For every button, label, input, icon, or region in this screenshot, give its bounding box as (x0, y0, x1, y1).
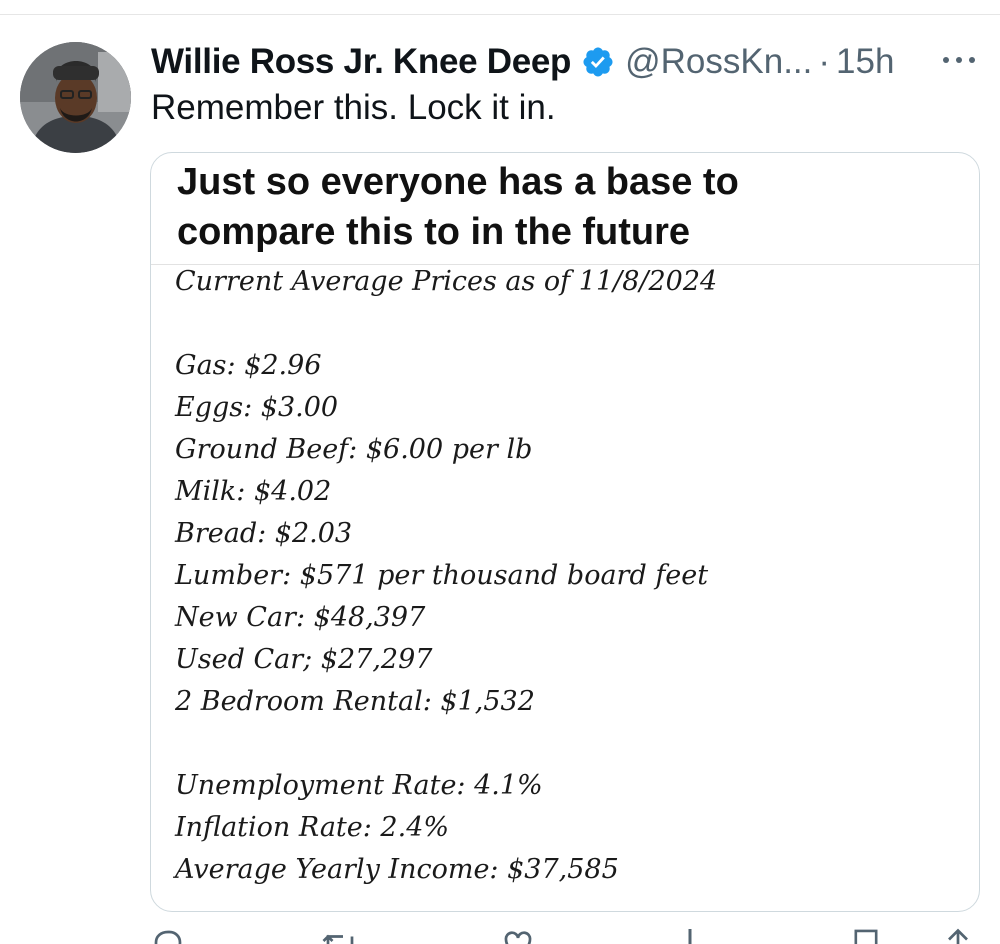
tweet-header: Willie Ross Jr. Knee Deep @RossKn... · 1… (151, 38, 911, 86)
avatar-photo (20, 42, 131, 153)
display-name[interactable]: Willie Ross Jr. Knee Deep (151, 42, 571, 82)
share-icon (948, 928, 968, 944)
retweet-button[interactable] (320, 926, 360, 944)
top-divider (0, 14, 1000, 15)
user-avatar[interactable] (20, 42, 131, 153)
card-title-line-1: Just so everyone has a base to (177, 161, 739, 203)
price-item: Milk: $4.02 (175, 476, 332, 507)
price-item: Lumber: $571 per thousand board feet (175, 560, 709, 591)
user-handle[interactable]: @RossKn... (625, 42, 812, 82)
price-item: Eggs: $3.00 (175, 392, 339, 423)
share-button[interactable] (940, 926, 976, 944)
price-item: Ground Beef: $6.00 per lb (175, 434, 533, 465)
price-item: Gas: $2.96 (175, 350, 322, 381)
rate-item: Unemployment Rate: 4.1% (175, 770, 543, 801)
action-bar (150, 922, 980, 944)
price-item: 2 Bedroom Rental: $1,532 (175, 686, 535, 717)
views-button[interactable] (675, 926, 705, 944)
card-title-line-2: compare this to in the future (177, 211, 691, 253)
price-item: Used Car; $27,297 (175, 644, 433, 675)
like-button[interactable] (500, 926, 536, 944)
tweet-timestamp[interactable]: 15h (836, 42, 894, 82)
more-options-icon[interactable] (938, 44, 980, 76)
rate-item: Average Yearly Income: $37,585 (175, 854, 619, 885)
bookmark-icon (854, 929, 878, 944)
card-separator (151, 264, 979, 265)
card-title: Just so everyone has a base to compare t… (177, 157, 957, 257)
bookmark-button[interactable] (850, 926, 882, 944)
rate-item: Inflation Rate: 2.4% (175, 812, 450, 843)
prices-heading: Current Average Prices as of 11/8/2024 (175, 266, 718, 297)
attached-image-card[interactable]: Just so everyone has a base to compare t… (150, 152, 980, 912)
like-icon (504, 931, 532, 944)
reply-icon (154, 930, 182, 944)
views-icon (688, 929, 692, 944)
separator-dot: · (818, 42, 831, 81)
price-item: New Car: $48,397 (175, 602, 426, 633)
verified-badge-icon[interactable] (581, 45, 615, 79)
retweet-icon (322, 934, 354, 944)
reply-button[interactable] (150, 926, 186, 944)
price-item: Bread: $2.03 (175, 518, 353, 549)
tweet-text: Remember this. Lock it in. (151, 88, 556, 127)
